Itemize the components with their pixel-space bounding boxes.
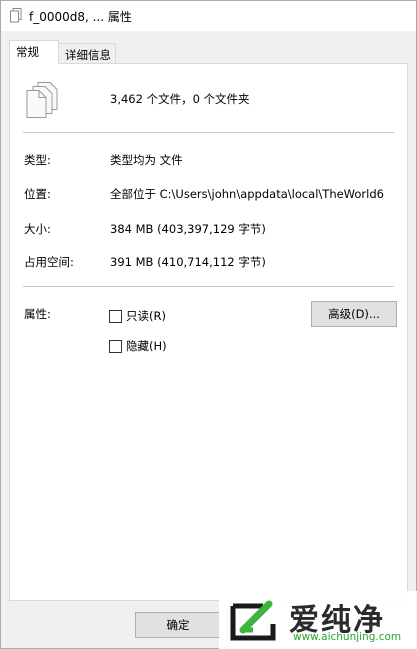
general-panel: [9, 63, 408, 601]
hidden-checkbox[interactable]: 隐藏(H): [109, 338, 167, 354]
file-count-summary: 3,462 个文件，0 个文件夹: [110, 92, 250, 106]
size-value: 384 MB (403,397,129 字节): [110, 222, 266, 236]
title-bar[interactable]: f_0000d8, ... 属性: [1, 1, 416, 31]
window-title: f_0000d8, ... 属性: [29, 10, 132, 24]
attributes-label: 属性:: [24, 307, 51, 321]
watermark-url: www.aichunjing.com: [293, 631, 402, 643]
aichunjing-logo-icon: [229, 600, 277, 642]
tab-details-label: 详细信息: [65, 48, 111, 62]
tab-details[interactable]: 详细信息: [58, 43, 116, 65]
tab-general-label: 常规: [16, 45, 39, 59]
tab-general[interactable]: 常规: [9, 40, 59, 64]
hidden-checkbox-box[interactable]: [109, 339, 122, 353]
multiple-files-icon: [24, 81, 60, 119]
watermark: 爱纯净 www.aichunjing.com: [219, 591, 417, 649]
separator: [23, 286, 394, 287]
location-label: 位置:: [24, 187, 51, 201]
separator: [23, 132, 394, 133]
size-on-disk-label: 占用空间:: [24, 255, 74, 269]
readonly-checkbox-box[interactable]: [109, 309, 122, 323]
ok-button[interactable]: 确定: [135, 612, 221, 638]
type-label: 类型:: [24, 153, 51, 167]
hidden-label[interactable]: 隐藏(H): [126, 338, 167, 354]
properties-window: f_0000d8, ... 属性 常规 详细信息 3,462 个文件，0 个文件…: [0, 0, 417, 649]
type-value: 类型均为 文件: [110, 153, 183, 167]
size-label: 大小:: [24, 222, 51, 236]
readonly-checkbox[interactable]: 只读(R): [109, 308, 166, 324]
file-stack-icon: [10, 8, 22, 23]
readonly-label[interactable]: 只读(R): [126, 308, 166, 324]
size-on-disk-value: 391 MB (410,714,112 字节): [110, 255, 266, 269]
advanced-button[interactable]: 高级(D)...: [311, 301, 397, 327]
location-value: 全部位于 C:\Users\john\appdata\local\TheWorl…: [110, 187, 384, 201]
